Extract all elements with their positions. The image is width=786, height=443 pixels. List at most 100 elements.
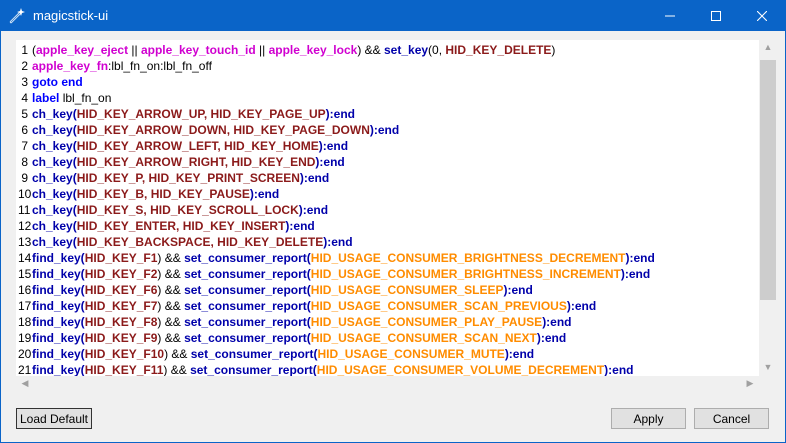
code-token: ch_key( [32,107,77,121]
code-token: ch_key( [32,171,77,185]
code-token: HID_KEY_F2 [84,267,158,281]
code-token: ):end [604,363,634,376]
code-token: ):end [504,347,535,361]
scroll-right-icon[interactable]: ▶ [744,378,756,389]
code-token: ch_key( [32,203,77,217]
code-token: ):end [566,299,597,313]
scroll-up-icon[interactable]: ▲ [759,42,777,52]
code-area[interactable]: 1 (apple_key_eject || apple_key_touch_id … [16,40,759,376]
cancel-button[interactable]: Cancel [694,408,769,429]
code-token: set_consumer_report( [184,267,311,281]
code-token: ch_key( [32,187,77,201]
code-token: HID_KEY_F10 [84,347,165,361]
line-number: 14 [18,251,32,265]
maximize-button[interactable] [693,1,739,31]
code-token: ) && [157,331,185,345]
magic-wand-icon [9,8,25,24]
line-number: 13 [18,235,32,249]
line-number: 8 [21,155,28,169]
line-number: 16 [18,283,32,297]
app-window: magicstick-ui 1 (apple_key_eject || apple… [0,0,786,443]
code-token: HID_USAGE_CONSUMER_BRIGHTNESS_INCREMENT [310,267,621,281]
code-token: ):end [298,203,329,217]
scroll-down-icon[interactable]: ▼ [759,362,777,372]
close-icon [757,11,767,21]
code-token: ) [551,43,556,57]
minimize-button[interactable] [647,1,693,31]
code-token: HID_KEY_F8 [84,315,158,329]
code-token: set_consumer_report( [190,347,318,361]
vertical-scroll-thumb[interactable] [760,60,776,300]
code-token: :lbl_fn_on:lbl_fn_off [108,59,212,73]
code-line: 18find_key(HID_KEY_F8) && set_consumer_r… [18,314,572,330]
code-token: ) && [157,283,185,297]
code-line: 16find_key(HID_KEY_F6) && set_consumer_r… [18,282,533,298]
code-token: ch_key( [32,139,77,153]
code-token: ):end [369,123,400,137]
line-number: 21 [18,363,32,376]
code-token: HID_USAGE_CONSUMER_VOLUME_DECREMENT [316,363,605,376]
code-token: goto end [32,75,83,89]
code-token: HID_KEY_ARROW_LEFT, HID_KEY_HOME [76,139,319,153]
code-token: set_consumer_report( [184,251,311,265]
code-token: HID_USAGE_CONSUMER_SCAN_PREVIOUS [310,299,567,313]
code-token: find_key( [32,331,85,345]
code-line: 14find_key(HID_KEY_F1) && set_consumer_r… [18,250,655,266]
code-token: HID_KEY_ARROW_UP, HID_KEY_PAGE_UP [76,107,326,121]
close-button[interactable] [739,1,785,31]
line-number: 7 [21,139,28,153]
code-token: ):end [325,107,355,121]
code-token: apple_key_eject [36,43,129,57]
code-token: HID_KEY_P, HID_KEY_PRINT_SCREEN [76,171,300,185]
horizontal-scrollbar[interactable]: ◀ ▶ [16,376,759,393]
code-line: 6 ch_key(HID_KEY_ARROW_DOWN, HID_KEY_PAGE… [18,122,399,138]
code-line: 21find_key(HID_KEY_F11) && set_consumer_… [18,362,633,376]
code-token: HID_KEY_BACKSPACE, HID_KEY_DELETE [76,235,324,249]
line-number: 4 [21,91,28,105]
code-line: 8 ch_key(HID_KEY_ARROW_RIGHT, HID_KEY_END… [18,154,345,170]
code-token: ch_key( [32,123,77,137]
code-token: ) && [157,315,185,329]
code-token: HID_USAGE_CONSUMER_BRIGHTNESS_DECREMENT [310,251,626,265]
code-line: 15find_key(HID_KEY_F2) && set_consumer_r… [18,266,650,282]
code-token: ):end [299,171,330,185]
apply-button[interactable]: Apply [611,408,686,429]
code-token: ):end [503,283,533,297]
code-token: HID_KEY_F1 [84,251,158,265]
minimize-icon [665,15,675,17]
code-token: set_consumer_report( [184,299,311,313]
line-number: 5 [21,107,28,121]
code-token: ):end [315,155,345,169]
code-token: ch_key( [32,219,77,233]
code-token: (0, [428,43,446,57]
code-token: HID_KEY_F9 [84,331,158,345]
code-line: 2 apple_key_fn:lbl_fn_on:lbl_fn_off [18,58,212,74]
code-token: find_key( [32,283,85,297]
title-bar[interactable]: magicstick-ui [1,1,785,31]
code-token: ) && [357,43,384,57]
scroll-left-icon[interactable]: ◀ [19,378,31,389]
code-token: HID_KEY_ARROW_RIGHT, HID_KEY_END [76,155,316,169]
code-token: ) && [157,267,185,281]
maximize-icon [711,11,721,21]
code-token: apple_key_touch_id [140,43,256,57]
code-token: find_key( [32,251,85,265]
code-line: 5 ch_key(HID_KEY_ARROW_UP, HID_KEY_PAGE_U… [18,106,355,122]
script-editor[interactable]: 1 (apple_key_eject || apple_key_touch_id … [16,40,777,393]
code-token: label [32,91,60,105]
code-token: || [128,43,141,57]
line-number: 15 [18,267,32,281]
code-token: HID_USAGE_CONSUMER_PLAY_PAUSE [310,315,543,329]
code-token: apple_key_fn [32,59,109,73]
load-default-button[interactable]: Load Default [16,408,92,429]
vertical-scrollbar[interactable]: ▲ ▼ [759,40,777,376]
code-token: ):end [323,235,353,249]
code-token: set_consumer_report( [190,363,317,376]
line-number: 20 [18,347,32,361]
code-token: ) && [157,251,185,265]
code-line: 4 label lbl_fn_on [18,90,111,106]
code-token: HID_KEY_B, HID_KEY_PAUSE [76,187,250,201]
code-token: set_consumer_report( [184,315,311,329]
line-number: 12 [18,219,32,233]
code-token: ) && [164,347,191,361]
